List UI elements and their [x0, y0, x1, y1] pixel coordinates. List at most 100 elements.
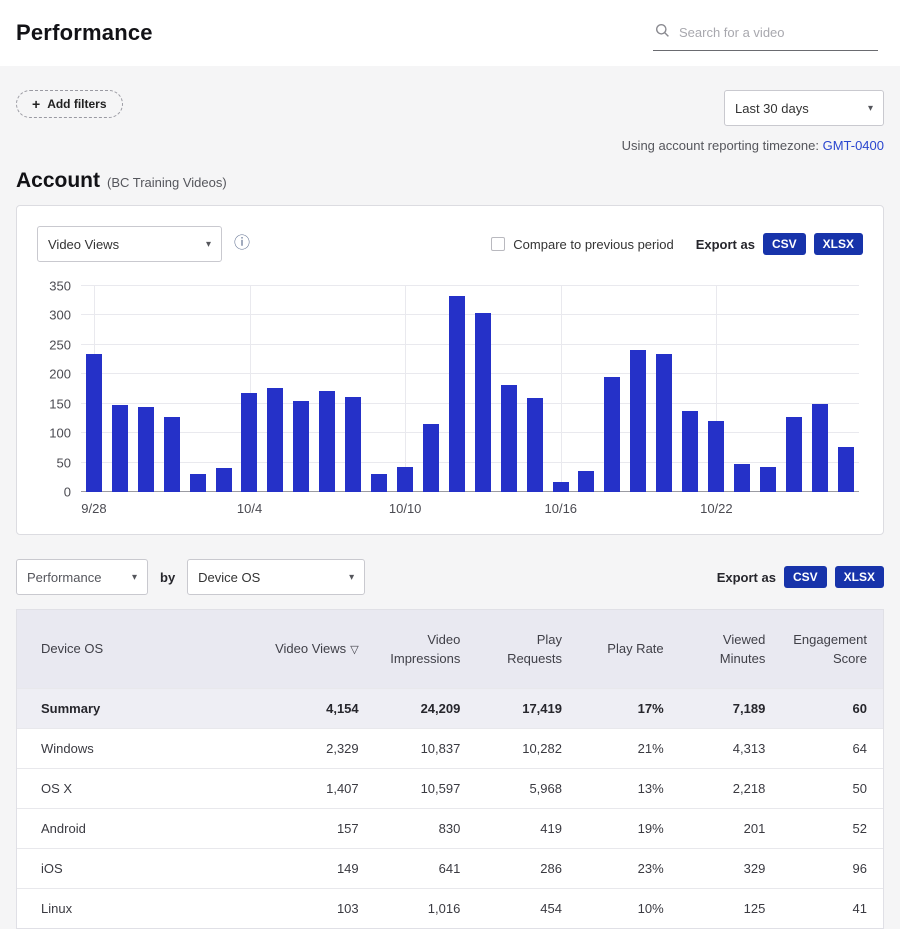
- add-filters-label: Add filters: [47, 97, 107, 111]
- bar-10-7[interactable]: [319, 391, 336, 492]
- cell-play-rate: 21%: [637, 741, 664, 756]
- bar-10-17[interactable]: [578, 470, 595, 492]
- bar-10-12[interactable]: [448, 296, 465, 492]
- page-title: Performance: [16, 20, 153, 45]
- bar-10-10[interactable]: [397, 466, 414, 492]
- export-xlsx-button[interactable]: XLSX: [813, 233, 863, 255]
- bar-10-8[interactable]: [345, 396, 362, 492]
- bar-10-2[interactable]: [189, 473, 206, 492]
- sort-descending-icon: ▽: [350, 644, 359, 657]
- compare-checkbox[interactable]: [491, 237, 506, 251]
- bar-10-16[interactable]: [552, 482, 569, 492]
- export-csv-button[interactable]: CSV: [762, 233, 806, 255]
- search-box[interactable]: [653, 16, 878, 51]
- filter-row: + Add filters Last 30 days ▾: [16, 90, 884, 126]
- column-header-engagement-score[interactable]: Engagement Score: [765, 620, 867, 679]
- bar-10-14[interactable]: [500, 385, 517, 492]
- y-axis-label-50: 50: [56, 455, 71, 471]
- add-filters-button[interactable]: + Add filters: [16, 90, 123, 118]
- bar-10-18[interactable]: [604, 377, 621, 492]
- bar-10-6[interactable]: [293, 400, 310, 492]
- bar-10-3[interactable]: [215, 467, 232, 492]
- bar-10-25[interactable]: [785, 416, 802, 492]
- cell-play-rate: 19%: [637, 821, 664, 836]
- row-label: OS X: [41, 781, 73, 796]
- table-export-csv-button[interactable]: CSV: [783, 566, 827, 588]
- chevron-down-icon: ▾: [205, 238, 211, 250]
- y-axis-label-150: 150: [49, 396, 71, 412]
- y-axis-label-250: 250: [49, 337, 71, 353]
- bar-9-30[interactable]: [137, 406, 154, 492]
- column-header-device-os[interactable]: Device OS: [17, 629, 257, 669]
- row-label: iOS: [41, 861, 63, 876]
- chevron-down-icon: ▾: [867, 102, 873, 114]
- bar-10-20[interactable]: [656, 354, 673, 492]
- search-input[interactable]: [677, 24, 876, 41]
- table-export-xlsx-button[interactable]: XLSX: [834, 566, 884, 588]
- chart-card-header: Video Views ▾ ⓘ Compare to previous peri…: [37, 226, 863, 262]
- bar-10-23[interactable]: [734, 463, 750, 492]
- x-axis-label-10-16: 10/16: [544, 501, 578, 516]
- cell-viewed-minutes: 4,313: [732, 741, 766, 756]
- cell-viewed-minutes: 329: [743, 861, 766, 876]
- bar-chart: 0 50 100 150 200 250 300 350 9/28 10/4 10/10 10/16 1…: [37, 279, 863, 520]
- cell-play-requests: 5,968: [529, 781, 562, 796]
- bar-9-29[interactable]: [111, 405, 128, 492]
- search-icon: [655, 23, 670, 43]
- bar-10-4[interactable]: [241, 392, 258, 492]
- cell-play-requests: 17,419: [522, 701, 562, 716]
- column-header-play-requests[interactable]: Play Requests: [460, 620, 562, 679]
- date-range-select[interactable]: Last 30 days ▾: [724, 90, 884, 126]
- cell-viewed-minutes: 201: [743, 821, 766, 836]
- bar-10-9[interactable]: [371, 473, 388, 492]
- table-body: Summary 4,154 24,209 17,419 17% 7,189 60 Window…: [17, 688, 883, 928]
- cell-play-requests: 454: [540, 901, 562, 916]
- timezone-link[interactable]: GMT-0400: [823, 138, 884, 153]
- y-axis-label-200: 200: [49, 366, 71, 382]
- bar-10-21[interactable]: [682, 411, 699, 492]
- x-axis-label-10-10: 10/10: [388, 501, 422, 516]
- table-row-android: Android 157 830 419 19% 201 52: [17, 808, 883, 848]
- metric-select[interactable]: Video Views ▾: [37, 226, 222, 262]
- timezone-text: Using account reporting timezone:: [621, 138, 819, 153]
- chevron-down-icon: ▾: [349, 571, 355, 583]
- cell-video-views: 157: [336, 821, 359, 836]
- chevron-down-icon: ▾: [131, 571, 137, 583]
- cell-video-views: 149: [336, 861, 359, 876]
- cell-engagement-score: 64: [852, 741, 867, 756]
- bar-9-28[interactable]: [85, 354, 102, 492]
- dimension-select[interactable]: Device OS ▾: [187, 559, 366, 595]
- table-controls: Performance ▾ by Device OS ▾ Export as C…: [16, 559, 884, 595]
- bar-10-26[interactable]: [811, 403, 828, 492]
- row-label: Summary: [41, 701, 101, 716]
- bar-10-13[interactable]: [474, 313, 491, 492]
- column-header-viewed-minutes[interactable]: Viewed Minutes: [664, 620, 766, 679]
- cell-video-impressions: 24,209: [420, 701, 461, 716]
- table-header: Device OS Video Views ▽ Video Impressions Pl…: [17, 610, 883, 688]
- bar-10-19[interactable]: [630, 349, 647, 492]
- plus-icon: +: [32, 96, 41, 112]
- cell-video-views: 103: [336, 901, 359, 916]
- column-header-play-rate[interactable]: Play Rate: [562, 629, 663, 669]
- cell-play-rate: 10%: [637, 901, 664, 916]
- cell-video-impressions: 1,016: [427, 901, 461, 916]
- y-axis-label-300: 300: [49, 307, 71, 323]
- report-type-select[interactable]: Performance ▾: [16, 559, 148, 595]
- cell-viewed-minutes: 2,218: [732, 781, 766, 796]
- cell-video-views: 1,407: [326, 781, 359, 796]
- bar-10-11[interactable]: [422, 423, 439, 492]
- table-row-linux: Linux 103 1,016 454 10% 125 41: [17, 888, 883, 928]
- cell-engagement-score: 52: [852, 821, 867, 836]
- bar-10-1[interactable]: [163, 416, 180, 492]
- column-header-video-views[interactable]: Video Views ▽: [257, 629, 359, 669]
- bar-10-24[interactable]: [759, 466, 776, 492]
- bar-10-27[interactable]: [837, 446, 854, 492]
- info-icon[interactable]: ⓘ: [234, 236, 250, 252]
- x-axis-label-9-28: 9/28: [81, 501, 107, 516]
- column-header-video-impressions[interactable]: Video Impressions: [359, 620, 460, 679]
- bar-10-5[interactable]: [267, 388, 284, 492]
- bar-10-15[interactable]: [526, 398, 543, 492]
- cell-video-impressions: 830: [438, 821, 461, 836]
- dimension-select-value: Device OS: [198, 569, 261, 585]
- bar-10-22[interactable]: [708, 420, 725, 492]
